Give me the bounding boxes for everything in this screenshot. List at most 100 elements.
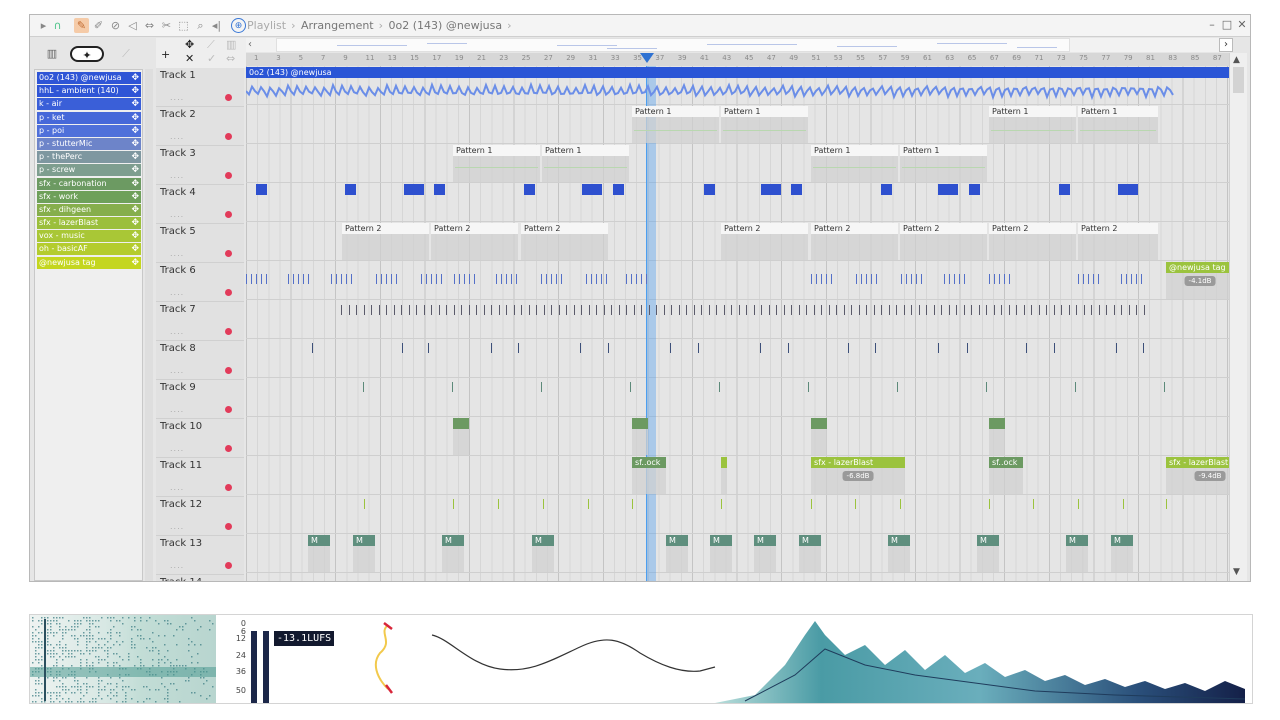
- clip[interactable]: M: [308, 535, 330, 572]
- move-icon[interactable]: ✥: [185, 38, 194, 51]
- track-header[interactable]: Track 13....: [156, 536, 244, 575]
- arrow-right-icon[interactable]: ▸: [36, 18, 51, 33]
- clip[interactable]: Pattern 1: [632, 106, 719, 143]
- clip[interactable]: Pattern 2: [721, 223, 808, 260]
- clip[interactable]: [989, 418, 1005, 455]
- clip[interactable]: [256, 184, 267, 221]
- clip[interactable]: [524, 184, 535, 221]
- record-icon[interactable]: [225, 289, 232, 296]
- picker-scrollbar[interactable]: [145, 69, 153, 581]
- clip[interactable]: [761, 184, 781, 221]
- track-grip[interactable]: ....: [170, 249, 184, 258]
- record-icon[interactable]: [225, 133, 232, 140]
- track-grip[interactable]: ....: [170, 327, 184, 336]
- track-header[interactable]: Track 10....: [156, 419, 244, 458]
- audio-icon[interactable]: ✦: [70, 46, 104, 62]
- delete-icon[interactable]: ⊘: [108, 18, 123, 33]
- track-grip[interactable]: ....: [170, 561, 184, 570]
- breadcrumb-arrangement[interactable]: Arrangement: [301, 19, 374, 32]
- record-icon[interactable]: [225, 484, 232, 491]
- vertical-scrollbar[interactable]: ▲ ▼: [1229, 53, 1247, 581]
- track-header[interactable]: Track 5....: [156, 224, 244, 263]
- automation-icon[interactable]: ⟋: [118, 46, 134, 62]
- piano-icon[interactable]: ▥: [44, 46, 60, 62]
- track-header[interactable]: Track 6....: [156, 263, 244, 302]
- picker-item[interactable]: p - screw ✥: [37, 164, 141, 177]
- picker-item[interactable]: sfx - work ✥: [37, 190, 141, 203]
- paint-icon[interactable]: ✐: [91, 18, 106, 33]
- picker-item[interactable]: p - ket ✥: [37, 111, 141, 124]
- picker-item[interactable]: k - air ✥: [37, 98, 141, 111]
- slice-icon[interactable]: ✂: [159, 18, 174, 33]
- clip[interactable]: [632, 418, 648, 455]
- picker-item[interactable]: sfx - lazerBlast ✥: [37, 217, 141, 230]
- bars-icon[interactable]: ▥: [226, 38, 236, 51]
- track-header[interactable]: Track 2....: [156, 107, 244, 146]
- clip[interactable]: Pattern 1: [900, 145, 987, 182]
- picker-item[interactable]: 0o2 (143) @newjusa ✥: [37, 72, 141, 84]
- record-icon[interactable]: [225, 445, 232, 452]
- track-grip[interactable]: ....: [170, 93, 184, 102]
- picker-item[interactable]: p - thePerc ✥: [37, 151, 141, 164]
- picker-item[interactable]: hhL - ambient (140) ✥: [37, 85, 141, 98]
- magnet-icon[interactable]: ∩: [50, 18, 65, 33]
- picker-item[interactable]: sfx - carbonation ✥: [37, 177, 141, 190]
- clip[interactable]: Pattern 1: [721, 106, 808, 143]
- clip[interactable]: Pattern 2: [900, 223, 987, 260]
- clip[interactable]: @newjusa tag -4.1dB: [1166, 262, 1229, 299]
- add-track-icon[interactable]: +: [161, 48, 170, 61]
- track-header[interactable]: Track 4....: [156, 185, 244, 224]
- clip[interactable]: Pattern 2: [521, 223, 608, 260]
- clip[interactable]: Pattern 1: [989, 106, 1076, 143]
- track-grip[interactable]: ....: [170, 288, 184, 297]
- track-header[interactable]: Track 8....: [156, 341, 244, 380]
- clip[interactable]: [704, 184, 715, 221]
- track-header[interactable]: Track 7....: [156, 302, 244, 341]
- clip[interactable]: Pattern 1: [542, 145, 629, 182]
- clip[interactable]: [811, 418, 827, 455]
- playlist-icon[interactable]: ⊕: [231, 18, 246, 33]
- record-icon[interactable]: [225, 562, 232, 569]
- mute-icon[interactable]: ◁: [125, 18, 140, 33]
- clip[interactable]: sf..ock: [989, 457, 1023, 494]
- clip[interactable]: [345, 184, 356, 221]
- picker-item[interactable]: oh - basicAF ✥: [37, 243, 141, 256]
- clip[interactable]: Pattern 2: [811, 223, 898, 260]
- playhead-marker[interactable]: [640, 53, 654, 63]
- clip[interactable]: M: [1111, 535, 1133, 572]
- close-icon[interactable]: ✕: [1235, 18, 1249, 31]
- clip[interactable]: [1059, 184, 1070, 221]
- clip[interactable]: Pattern 1: [453, 145, 540, 182]
- clip[interactable]: M: [754, 535, 776, 572]
- record-icon[interactable]: [225, 94, 232, 101]
- picker-item[interactable]: vox - music ✥: [37, 230, 141, 243]
- playback-icon[interactable]: ◂|: [209, 18, 224, 33]
- clip[interactable]: sf..ock: [632, 457, 666, 494]
- minimize-icon[interactable]: –: [1205, 18, 1219, 31]
- record-icon[interactable]: [225, 406, 232, 413]
- overview-thumb[interactable]: [276, 38, 1070, 52]
- track-header[interactable]: Track 12....: [156, 497, 244, 536]
- clip[interactable]: [791, 184, 802, 221]
- clip[interactable]: M: [1066, 535, 1088, 572]
- clip[interactable]: [613, 184, 624, 221]
- arrangement-grid[interactable]: 0o2 (143) @newjusa Pattern 1 Pattern 1 Patt…: [246, 66, 1229, 581]
- scroll-down-icon[interactable]: ▼: [1233, 567, 1240, 577]
- clip[interactable]: [1118, 184, 1138, 221]
- track-header[interactable]: Track 1....: [156, 68, 244, 107]
- track-grip[interactable]: ....: [170, 483, 184, 492]
- track-grip[interactable]: ....: [170, 405, 184, 414]
- track-header[interactable]: Track 11....: [156, 458, 244, 497]
- picker-item[interactable]: sfx - dihgeen ✥: [37, 203, 141, 216]
- scroll-right-icon[interactable]: ›: [1219, 38, 1233, 52]
- clip[interactable]: M: [799, 535, 821, 572]
- clip[interactable]: M: [666, 535, 688, 572]
- clip[interactable]: Pattern 1: [1078, 106, 1158, 143]
- draw-icon[interactable]: ⟋: [207, 38, 215, 52]
- clip[interactable]: sfx - lazerBlast -6.8dB: [811, 457, 905, 494]
- picker-item[interactable]: @newjusa tag ✥: [37, 256, 141, 269]
- clip[interactable]: [881, 184, 892, 221]
- clip[interactable]: [969, 184, 980, 221]
- track-header[interactable]: Track 14....: [156, 575, 244, 581]
- clip[interactable]: M: [710, 535, 732, 572]
